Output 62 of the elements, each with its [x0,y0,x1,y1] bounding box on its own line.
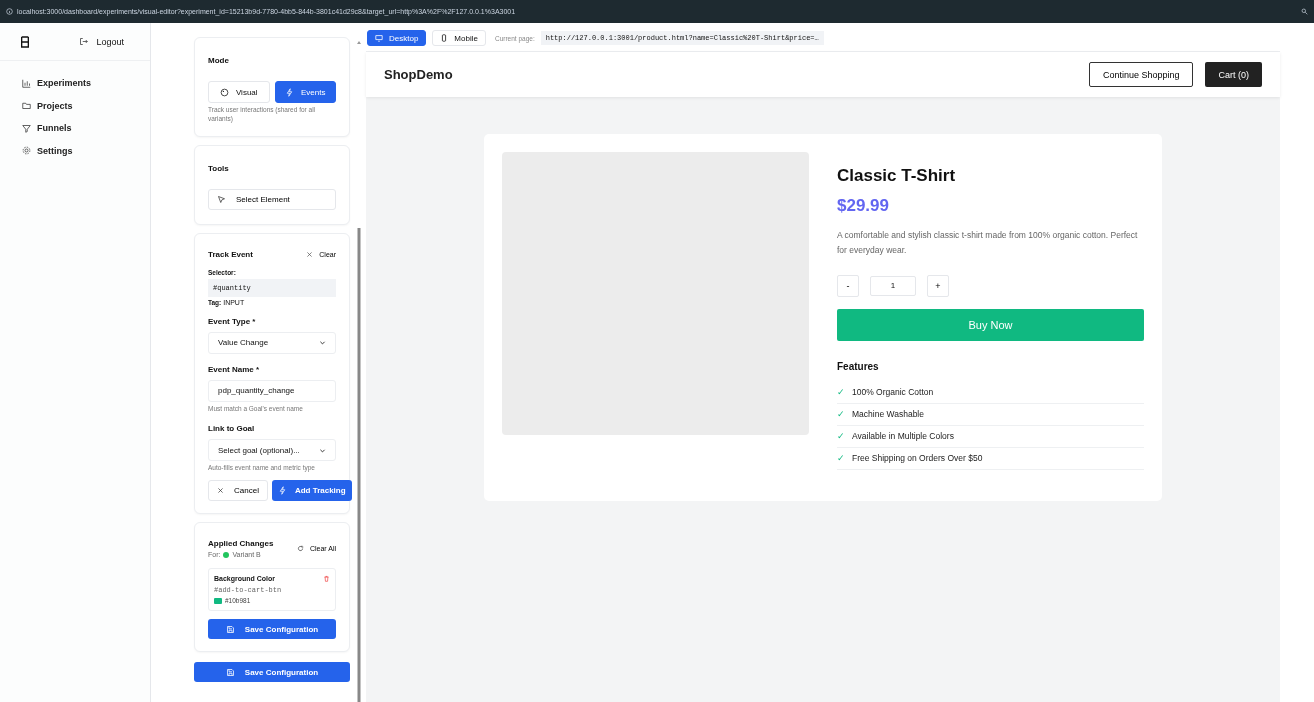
lightning-icon [285,87,294,97]
card-title: Tools [208,163,230,173]
palette-icon [219,87,229,97]
lightning-icon [277,486,287,496]
close-icon [306,250,314,258]
field-label: Event Name * [208,364,261,374]
cursor-icon [217,194,226,204]
monitor-icon [375,34,383,42]
folder-icon [22,101,31,111]
phone-icon [440,34,449,42]
feature-text: Available in Multiple Colors [852,431,954,442]
field-label: Link to Goal [208,424,256,434]
event-name-input[interactable]: pdp_quantity_change [208,379,336,402]
reset-icon [296,545,304,553]
shop-brand[interactable]: ShopDemo [384,67,453,82]
save-icon [225,667,235,677]
field-label: Event Type * [208,316,257,326]
device-tab[interactable]: Desktop [367,30,427,46]
save-configuration-button[interactable]: Save Configuration [208,619,336,640]
settings-icon [22,146,31,156]
logo-icon [20,35,30,48]
add-tracking-button[interactable]: Add Tracking [271,480,352,502]
feature-text: 100% Organic Cotton [852,387,934,398]
check-mark: ✓ [837,409,845,420]
check-mark: ✓ [837,453,845,464]
nav-item[interactable]: Funnels [22,117,150,140]
select-element-button[interactable]: Select Element [208,188,336,210]
info-icon [6,8,13,15]
chevron-down-icon [319,339,326,347]
nav-item[interactable]: Projects [22,94,150,117]
decrease-button[interactable]: - [837,274,859,297]
cancel-button[interactable]: Cancel [208,480,268,502]
mode-button[interactable]: Visual [208,81,270,103]
card-title: Track Event [208,249,253,259]
continue-shopping-button[interactable]: Continue Shopping [1088,62,1194,87]
filter-icon [22,123,31,133]
logout-icon [79,37,89,46]
check-mark: ✓ [837,431,845,442]
increase-button[interactable]: + [927,274,949,297]
nav-item[interactable]: Settings [22,139,150,162]
event-type-select[interactable]: Value Change [208,331,336,354]
feature-text: Machine Washable [852,409,924,420]
nav-item[interactable]: Experiments [22,72,150,95]
feature-text: Free Shipping on Orders Over $50 [852,453,983,464]
product-description: A comfortable and stylish classic t-shirt made from 100% organic cotton. Perfect for everyday wear. [837,229,1139,257]
chart-icon [22,78,31,88]
logout-button[interactable]: Logout [73,35,130,48]
mode-button[interactable]: Events [274,81,336,103]
save-icon [225,624,235,634]
features-title: Features [837,360,880,372]
card-title: Applied Changes [208,539,274,549]
trash-icon[interactable] [323,575,330,583]
product-title: Classic T-Shirt [837,166,957,186]
device-tab[interactable]: Mobile [432,30,486,46]
product-price: $29.99 [837,196,890,216]
close-icon [217,487,224,495]
save-configuration-button[interactable]: Save Configuration [194,662,350,683]
card-title: Mode [208,56,230,65]
check-mark: ✓ [837,387,845,398]
quantity-input[interactable]: 1 [870,275,916,296]
cart-button[interactable]: Cart (0) [1205,62,1262,87]
goal-select[interactable]: Select goal (optional)... [208,439,336,462]
